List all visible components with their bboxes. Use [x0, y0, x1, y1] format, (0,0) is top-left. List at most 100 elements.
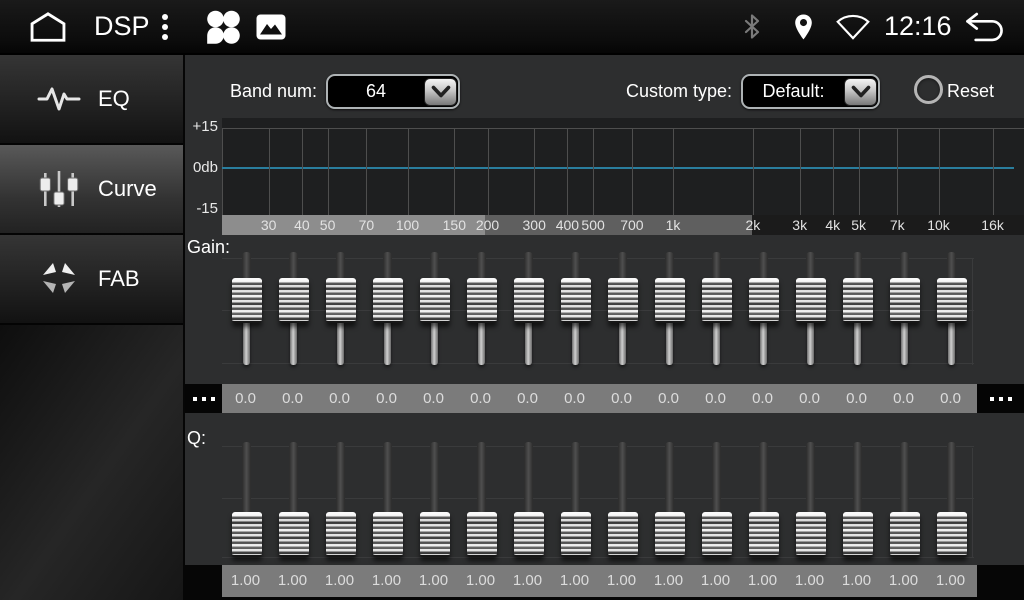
q-slider[interactable]: [890, 440, 920, 560]
gain-slider[interactable]: [232, 250, 262, 370]
q-slider[interactable]: [561, 440, 591, 560]
slider-thumb[interactable]: [655, 278, 685, 323]
q-value: 1.00: [880, 565, 927, 597]
slider-thumb[interactable]: [702, 278, 732, 323]
slider-thumb[interactable]: [702, 512, 732, 557]
sidebar-item-fab[interactable]: FAB: [0, 235, 183, 325]
back-icon[interactable]: [960, 0, 1010, 53]
menu-kebab-icon[interactable]: [155, 0, 175, 53]
band-num-select[interactable]: 64: [326, 74, 460, 109]
y-axis-label: 0db: [185, 160, 218, 176]
slider-thumb[interactable]: [749, 512, 779, 557]
slider-thumb[interactable]: [937, 278, 967, 323]
slider-thumb[interactable]: [561, 278, 591, 323]
gain-value: 0.0: [692, 384, 739, 413]
gain-slider[interactable]: [561, 250, 591, 370]
slider-thumb[interactable]: [373, 512, 403, 557]
chevron-down-icon[interactable]: [844, 78, 877, 106]
gain-slider[interactable]: [373, 250, 403, 370]
q-slider[interactable]: [655, 440, 685, 560]
slider-thumb[interactable]: [467, 278, 497, 323]
slider-thumb[interactable]: [937, 512, 967, 557]
q-slider[interactable]: [373, 440, 403, 560]
clock: 12:16: [884, 0, 952, 53]
q-value: 1.00: [833, 565, 880, 597]
band-num-value: 64: [328, 81, 424, 102]
grid-line-v: [567, 128, 568, 215]
gain-more-right-button[interactable]: [977, 384, 1024, 413]
freq-tick-label: 4k: [825, 215, 840, 235]
q-value: 1.00: [222, 565, 269, 597]
gain-slider[interactable]: [279, 250, 309, 370]
sidebar-item-curve[interactable]: Curve: [0, 145, 183, 235]
slider-thumb[interactable]: [467, 512, 497, 557]
q-slider[interactable]: [232, 440, 262, 560]
custom-type-select[interactable]: Default:: [741, 74, 880, 109]
slider-track: [760, 320, 767, 365]
slider-thumb[interactable]: [655, 512, 685, 557]
slider-thumb[interactable]: [514, 278, 544, 323]
q-slider[interactable]: [937, 440, 967, 560]
slider-thumb[interactable]: [796, 278, 826, 323]
q-slider[interactable]: [420, 440, 450, 560]
panel-line: [972, 258, 973, 365]
slider-thumb[interactable]: [608, 512, 638, 557]
slider-thumb[interactable]: [561, 512, 591, 557]
slider-thumb[interactable]: [890, 512, 920, 557]
q-slider[interactable]: [608, 440, 638, 560]
gain-slider[interactable]: [702, 250, 732, 370]
gain-slider[interactable]: [655, 250, 685, 370]
slider-thumb[interactable]: [796, 512, 826, 557]
grid-line-v: [454, 128, 455, 215]
slider-thumb[interactable]: [279, 278, 309, 323]
slider-thumb[interactable]: [326, 278, 356, 323]
apps-icon[interactable]: [202, 0, 244, 53]
gain-slider[interactable]: [796, 250, 826, 370]
slider-thumb[interactable]: [890, 278, 920, 323]
slider-thumb[interactable]: [749, 278, 779, 323]
gain-slider[interactable]: [326, 250, 356, 370]
slider-thumb[interactable]: [232, 278, 262, 323]
slider-thumb[interactable]: [843, 278, 873, 323]
slider-thumb[interactable]: [843, 512, 873, 557]
q-slider[interactable]: [796, 440, 826, 560]
slider-thumb[interactable]: [420, 278, 450, 323]
grid-line-v: [222, 128, 223, 215]
gain-slider[interactable]: [467, 250, 497, 370]
slider-thumb[interactable]: [279, 512, 309, 557]
q-slider[interactable]: [749, 440, 779, 560]
sidebar-item-eq[interactable]: EQ: [0, 55, 183, 145]
home-icon[interactable]: [24, 0, 72, 53]
q-slider[interactable]: [702, 440, 732, 560]
grid-line-v: [534, 128, 535, 215]
q-value: 1.00: [551, 565, 598, 597]
gain-slider[interactable]: [420, 250, 450, 370]
q-slider[interactable]: [279, 440, 309, 560]
gain-slider[interactable]: [890, 250, 920, 370]
gain-slider[interactable]: [608, 250, 638, 370]
gain-more-left-button[interactable]: [185, 384, 222, 413]
slider-thumb[interactable]: [514, 512, 544, 557]
page-title: DSP: [94, 0, 150, 53]
reset-radio[interactable]: [914, 75, 943, 104]
slider-thumb[interactable]: [608, 278, 638, 323]
vertical-sliders-icon: [36, 169, 82, 209]
q-slider[interactable]: [843, 440, 873, 560]
gain-slider[interactable]: [843, 250, 873, 370]
slider-thumb[interactable]: [232, 512, 262, 557]
chevron-down-icon[interactable]: [424, 78, 457, 106]
slider-thumb[interactable]: [373, 278, 403, 323]
gain-value: 0.0: [363, 384, 410, 413]
gallery-icon[interactable]: [254, 0, 288, 53]
gain-slider[interactable]: [514, 250, 544, 370]
gain-slider[interactable]: [937, 250, 967, 370]
q-value: 1.00: [457, 565, 504, 597]
q-slider[interactable]: [467, 440, 497, 560]
q-slider[interactable]: [514, 440, 544, 560]
q-slider[interactable]: [326, 440, 356, 560]
slider-thumb[interactable]: [420, 512, 450, 557]
sidebar-item-label: Curve: [98, 176, 157, 202]
slider-thumb[interactable]: [326, 512, 356, 557]
gain-slider[interactable]: [749, 250, 779, 370]
freq-tick-label: 10k: [927, 215, 950, 235]
